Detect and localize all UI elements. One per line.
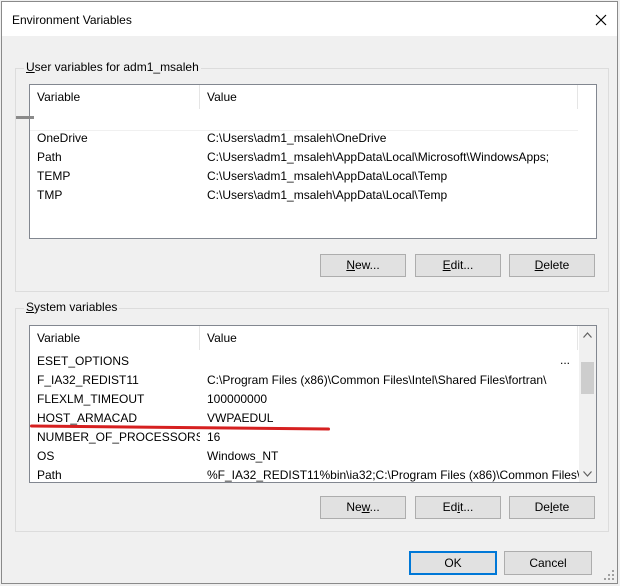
table-row[interactable]: Path C:\Users\adm1_msaleh\AppData\Local\… <box>30 148 596 167</box>
table-row[interactable]: OS Windows_NT <box>30 447 578 466</box>
user-column-variable[interactable]: Variable <box>30 85 200 109</box>
scroll-thumb[interactable] <box>581 362 594 394</box>
user-delete-button[interactable]: Delete <box>509 254 595 277</box>
ok-button[interactable]: OK <box>409 551 497 575</box>
row-resize-grip <box>16 116 34 119</box>
user-variables-list[interactable]: Variable Value OneDrive C:\Users\adm1_ms… <box>29 84 597 239</box>
value-cell: C:\Users\adm1_msaleh\AppData\Local\Micro… <box>207 150 550 164</box>
value-cell: 100000000 <box>207 392 268 406</box>
table-row[interactable]: TMP C:\Users\adm1_msaleh\AppData\Local\T… <box>30 186 596 205</box>
chevron-up-icon <box>583 331 592 338</box>
system-new-button[interactable]: New... <box>320 496 406 519</box>
resize-grip-icon[interactable] <box>603 569 615 581</box>
scroll-down-button[interactable] <box>579 465 596 482</box>
table-row[interactable]: NUMBER_OF_PROCESSORS 16 <box>30 428 578 447</box>
variable-cell: NUMBER_OF_PROCESSORS <box>37 430 200 444</box>
system-column-value[interactable]: Value <box>200 326 578 350</box>
overflow-marker: ... <box>560 353 571 367</box>
variable-cell: OneDrive <box>37 131 88 145</box>
title-bar: Environment Variables <box>2 2 617 36</box>
system-list-header: Variable Value <box>30 326 578 351</box>
scroll-up-button[interactable] <box>579 326 596 343</box>
variable-cell: TEMP <box>37 169 71 183</box>
system-column-variable[interactable]: Variable <box>30 326 200 350</box>
table-row[interactable]: F_IA32_REDIST11 C:\Program Files (x86)\C… <box>30 371 578 390</box>
value-cell: C:\Program Files (x86)\Common Files\Inte… <box>207 373 547 387</box>
user-list-header: Variable Value <box>30 85 596 110</box>
variable-cell: Path <box>37 150 62 164</box>
value-cell: 16 <box>207 430 221 444</box>
close-icon <box>595 14 607 26</box>
value-cell: VWPAEDUL <box>207 411 274 425</box>
variable-cell: OS <box>37 449 55 463</box>
system-edit-button[interactable]: Edit... <box>415 496 501 519</box>
value-cell: %F_IA32_REDIST11%bin\ia32;C:\Program Fil… <box>207 468 579 482</box>
variable-cell: Path <box>37 468 62 482</box>
system-variables-list[interactable]: Variable Value ESET_OPTIONS ... F_IA32_R… <box>29 325 597 483</box>
variable-cell: F_IA32_REDIST11 <box>37 373 139 387</box>
user-edit-button[interactable]: Edit... <box>415 254 501 277</box>
variable-cell: FLEXLM_TIMEOUT <box>37 392 145 406</box>
table-row[interactable]: Path %F_IA32_REDIST11%bin\ia32;C:\Progra… <box>30 466 579 482</box>
value-cell: C:\Users\adm1_msaleh\OneDrive <box>207 131 387 145</box>
cancel-button[interactable]: Cancel <box>504 551 592 575</box>
table-row[interactable]: ESET_OPTIONS ... <box>30 352 578 371</box>
table-row[interactable]: FLEXLM_TIMEOUT 100000000 <box>30 390 578 409</box>
system-delete-button[interactable]: Delete <box>509 496 595 519</box>
value-cell: C:\Users\adm1_msaleh\AppData\Local\Temp <box>207 169 448 183</box>
user-column-value[interactable]: Value <box>200 85 578 109</box>
user-list-blank-row <box>30 109 578 131</box>
user-new-button[interactable]: New... <box>320 254 406 277</box>
value-cell: C:\Users\adm1_msaleh\AppData\Local\Temp <box>207 188 448 202</box>
table-row[interactable]: OneDrive C:\Users\adm1_msaleh\OneDrive <box>30 129 596 148</box>
environment-variables-dialog: Environment Variables User variables for… <box>1 1 618 584</box>
system-variables-label: System variables <box>24 300 120 314</box>
variable-cell: TMP <box>37 188 63 202</box>
user-variables-label: User variables for adm1_msaleh <box>24 60 201 74</box>
system-list-scrollbar[interactable] <box>579 326 596 482</box>
close-button[interactable] <box>591 10 611 30</box>
value-cell: Windows_NT <box>207 449 279 463</box>
table-row[interactable]: TEMP C:\Users\adm1_msaleh\AppData\Local\… <box>30 167 596 186</box>
variable-cell: ESET_OPTIONS <box>37 354 130 368</box>
chevron-down-icon <box>583 470 592 477</box>
window-title: Environment Variables <box>12 13 132 27</box>
